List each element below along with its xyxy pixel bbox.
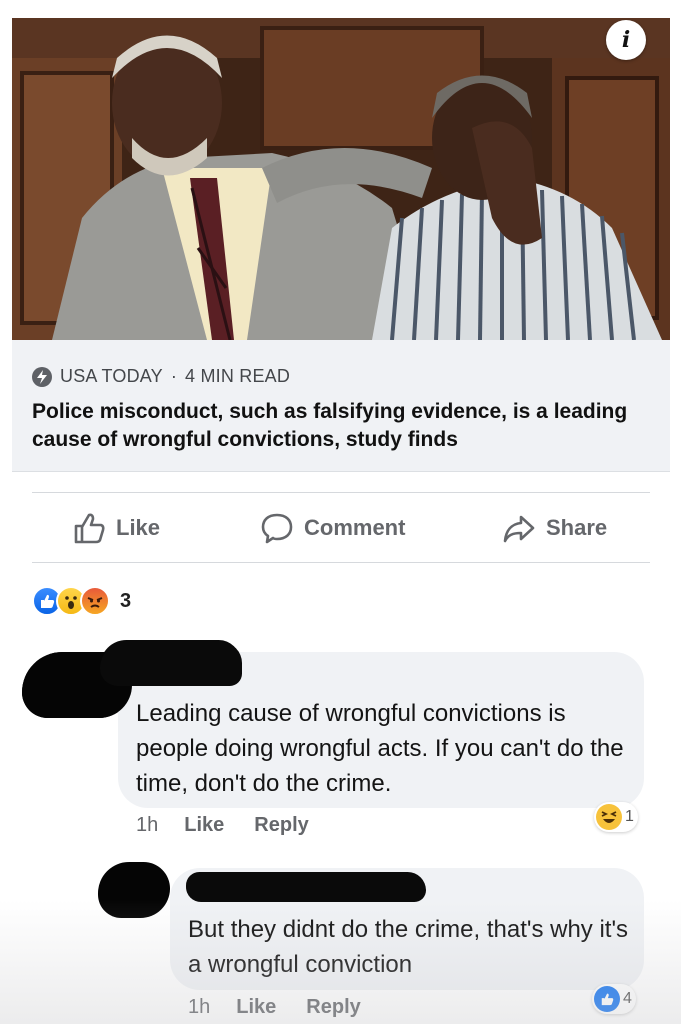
reply-name-redacted[interactable] — [186, 872, 426, 902]
link-preview-image[interactable] — [12, 18, 670, 340]
comment-like-link[interactable]: Like — [184, 814, 224, 837]
like-reaction-icon — [594, 986, 620, 1012]
comment-reaction-count: 1 — [625, 808, 634, 825]
reply-avatar-redacted[interactable] — [98, 862, 170, 918]
comment-meta: 1h Like Reply — [136, 814, 339, 837]
comment-time[interactable]: 1h — [136, 814, 158, 837]
reply-reaction-count: 4 — [623, 990, 632, 1007]
share-button[interactable]: Share — [502, 494, 607, 562]
info-icon[interactable]: i — [606, 20, 646, 60]
comment-icon — [261, 513, 293, 544]
comment-text: Leading cause of wrongful convictions is… — [136, 700, 624, 797]
link-headline[interactable]: Police misconduct, such as falsifying ev… — [32, 398, 652, 454]
link-read-time: 4 MIN READ — [185, 366, 291, 386]
link-preview-meta[interactable]: USA TODAY · 4 MIN READ Police misconduct… — [12, 340, 670, 472]
reply-text: But they didnt do the crime, that's why … — [188, 916, 629, 978]
courtroom-photo — [12, 18, 670, 340]
link-source: USA TODAY — [60, 366, 163, 386]
reaction-count: 3 — [120, 589, 132, 612]
link-source-row: USA TODAY · 4 MIN READ — [32, 366, 290, 387]
comment-reaction-badge[interactable]: 1 — [594, 802, 638, 832]
comment-label: Comment — [304, 515, 406, 540]
comment-button[interactable]: Comment — [260, 494, 405, 562]
angry-reaction-icon — [80, 586, 110, 616]
comment-reply-link[interactable]: Reply — [254, 814, 308, 837]
divider — [32, 492, 650, 493]
reply-meta: 1h Like Reply — [188, 996, 391, 1019]
haha-reaction-icon — [596, 804, 622, 830]
separator-dot: · — [170, 366, 178, 386]
thumbs-up-icon — [74, 513, 105, 544]
like-button[interactable]: Like — [72, 494, 160, 562]
name-redaction-overlay — [100, 642, 242, 686]
post-action-bar: Like Comment Share — [32, 494, 650, 562]
share-label: Share — [546, 515, 608, 540]
reply-like-link[interactable]: Like — [236, 996, 276, 1019]
divider — [32, 562, 650, 563]
reaction-summary[interactable]: 3 — [32, 584, 131, 618]
reply-time[interactable]: 1h — [188, 996, 210, 1019]
share-arrow-icon — [503, 515, 535, 543]
reply-reaction-badge[interactable]: 4 — [592, 984, 636, 1014]
like-label: Like — [116, 515, 161, 540]
reply-reply-link[interactable]: Reply — [306, 996, 360, 1019]
lightning-icon — [32, 366, 52, 387]
